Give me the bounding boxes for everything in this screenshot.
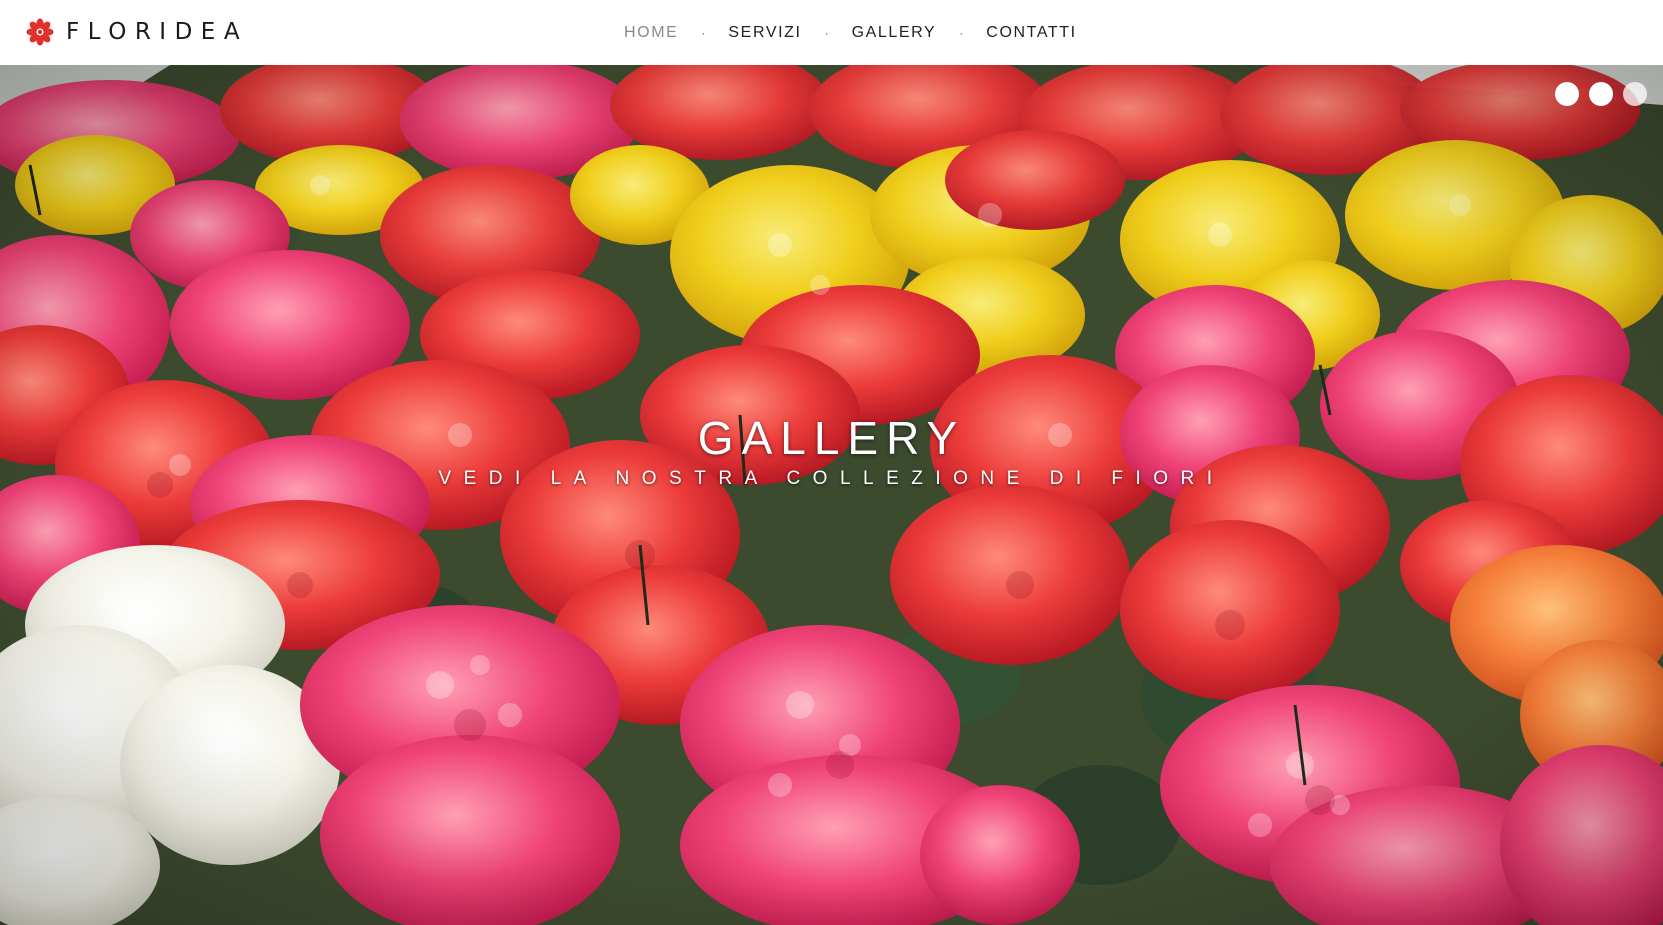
slider-dot-3[interactable]: [1623, 82, 1647, 106]
nav-separator: ·: [959, 26, 964, 40]
nav-item-home[interactable]: HOME: [624, 24, 678, 42]
hero-title: GALLERY: [697, 412, 966, 464]
nav-item-contatti[interactable]: CONTATTI: [986, 24, 1076, 42]
hero-subtitle: VEDI LA NOSTRA COLLEZIONE DI FIORI: [438, 468, 1225, 489]
brand-name: FLORIDEA: [66, 19, 249, 45]
slider-dot-2[interactable]: [1589, 82, 1613, 106]
flower-icon: [26, 18, 54, 46]
hero-flowers-image: [0, 65, 1663, 925]
nav-separator: ·: [701, 26, 706, 40]
nav-separator: ·: [824, 26, 829, 40]
slider-dot-1[interactable]: [1555, 82, 1579, 106]
brand-logo-link[interactable]: FLORIDEA: [26, 16, 248, 48]
site-header: FLORIDEA HOME · SERVIZI · GALLERY · CONT…: [0, 0, 1663, 65]
main-nav: HOME · SERVIZI · GALLERY · CONTATTI: [624, 20, 1077, 46]
slider-pagination: [1555, 82, 1647, 106]
hero-slider: GALLERY VEDI LA NOSTRA COLLEZIONE DI FIO…: [0, 65, 1663, 925]
page: FLORIDEA HOME · SERVIZI · GALLERY · CONT…: [0, 0, 1663, 925]
nav-item-gallery[interactable]: GALLERY: [852, 24, 937, 42]
nav-item-servizi[interactable]: SERVIZI: [728, 24, 801, 42]
